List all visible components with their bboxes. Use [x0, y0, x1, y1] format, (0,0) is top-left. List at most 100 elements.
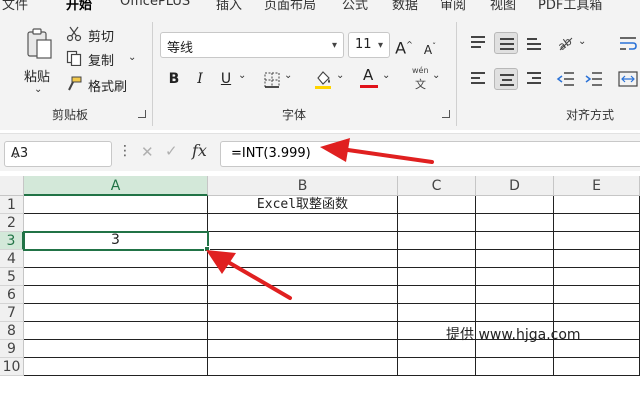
underline-button[interactable]: U — [216, 68, 236, 90]
cell-a8[interactable] — [24, 322, 208, 340]
cut-button[interactable]: 剪切 — [88, 26, 114, 45]
cell-b9[interactable] — [208, 340, 398, 358]
cell-d5[interactable] — [476, 268, 554, 286]
cell-b7[interactable] — [208, 304, 398, 322]
align-center-button[interactable] — [494, 68, 518, 90]
tab-file[interactable]: 文件 — [2, 0, 28, 13]
cell-d4[interactable] — [476, 250, 554, 268]
tab-view[interactable]: 视图 — [490, 0, 516, 13]
chevron-down-icon[interactable]: ⌄ — [432, 70, 440, 81]
paste-label[interactable]: 粘贴 — [24, 66, 50, 85]
tab-data[interactable]: 数据 — [392, 0, 418, 13]
chevron-down-icon[interactable]: ⌄ — [578, 36, 586, 47]
row-header-6[interactable]: 6 — [0, 286, 24, 304]
dialog-launcher-icon[interactable] — [442, 110, 450, 118]
cell-d1[interactable] — [476, 196, 554, 214]
bold-button[interactable]: B — [164, 68, 184, 90]
cell-e1[interactable] — [554, 196, 640, 214]
cell-c7[interactable] — [398, 304, 476, 322]
cell-e7[interactable] — [554, 304, 640, 322]
decrease-indent-icon[interactable] — [556, 70, 576, 88]
tab-home[interactable]: 开始 — [66, 0, 92, 13]
tab-officeplus[interactable]: OfficePLUS — [120, 0, 190, 9]
tab-review[interactable]: 审阅 — [440, 0, 466, 13]
cell-a2[interactable] — [24, 214, 208, 232]
name-box[interactable]: A3 ⌄ — [4, 141, 112, 167]
cell-d7[interactable] — [476, 304, 554, 322]
format-painter-icon[interactable] — [66, 76, 82, 92]
tab-pdf-toolbox[interactable]: PDF工具箱 — [538, 0, 602, 13]
cell-b4[interactable] — [208, 250, 398, 268]
cell-c4[interactable] — [398, 250, 476, 268]
italic-button[interactable]: I — [190, 68, 210, 90]
column-header-b[interactable]: B — [208, 176, 398, 196]
align-bottom-button[interactable] — [522, 32, 546, 54]
cell-a9[interactable] — [24, 340, 208, 358]
dialog-launcher-icon[interactable] — [138, 110, 146, 118]
wrap-text-icon[interactable] — [618, 34, 638, 52]
scissors-icon[interactable] — [66, 26, 82, 42]
column-header-c[interactable]: C — [398, 176, 476, 196]
tab-formulas[interactable]: 公式 — [342, 0, 368, 13]
cell-e6[interactable] — [554, 286, 640, 304]
row-header-7[interactable]: 7 — [0, 304, 24, 322]
font-color-button[interactable]: A — [360, 66, 378, 90]
chevron-down-icon[interactable]: ⌄ — [382, 70, 390, 81]
row-header-10[interactable]: 10 — [0, 358, 24, 376]
align-middle-button[interactable] — [494, 32, 518, 54]
more-options-icon[interactable]: ⋮ — [118, 143, 132, 159]
fill-color-icon[interactable] — [314, 70, 332, 90]
chevron-down-icon[interactable]: ⌄ — [34, 84, 42, 95]
merge-center-icon[interactable] — [618, 70, 638, 88]
copy-icon[interactable] — [66, 50, 82, 66]
cell-e10[interactable] — [554, 358, 640, 376]
cell-c2[interactable] — [398, 214, 476, 232]
row-header-3[interactable]: 3 — [0, 232, 24, 250]
cell-e4[interactable] — [554, 250, 640, 268]
cell-b1[interactable]: Excel取整函数 — [208, 196, 398, 214]
row-header-2[interactable]: 2 — [0, 214, 24, 232]
chevron-down-icon[interactable]: ⌄ — [238, 70, 246, 81]
align-right-button[interactable] — [522, 68, 546, 90]
cell-a4[interactable] — [24, 250, 208, 268]
cell-b10[interactable] — [208, 358, 398, 376]
row-header-1[interactable]: 1 — [0, 196, 24, 214]
font-family-select[interactable]: 等线 ▾ — [160, 32, 344, 58]
column-header-d[interactable]: D — [476, 176, 554, 196]
fill-handle[interactable] — [204, 246, 210, 252]
cancel-icon[interactable]: ✕ — [141, 143, 154, 161]
row-header-8[interactable]: 8 — [0, 322, 24, 340]
cell-a7[interactable] — [24, 304, 208, 322]
tab-insert[interactable]: 插入 — [216, 0, 242, 13]
cell-c10[interactable] — [398, 358, 476, 376]
phonetic-guide-button[interactable]: wén 文 — [410, 66, 434, 92]
cell-a5[interactable] — [24, 268, 208, 286]
cell-b3[interactable] — [208, 232, 398, 250]
align-top-button[interactable] — [466, 32, 490, 54]
cell-c6[interactable] — [398, 286, 476, 304]
increase-font-size-button[interactable]: A^ — [394, 34, 414, 57]
cell-b6[interactable] — [208, 286, 398, 304]
chevron-down-icon[interactable]: ⌄ — [11, 148, 105, 161]
cell-c1[interactable] — [398, 196, 476, 214]
cell-e5[interactable] — [554, 268, 640, 286]
cell-d3[interactable] — [476, 232, 554, 250]
tab-page-layout[interactable]: 页面布局 — [264, 0, 316, 13]
cell-b8[interactable] — [208, 322, 398, 340]
row-header-9[interactable]: 9 — [0, 340, 24, 358]
format-painter-button[interactable]: 格式刷 — [88, 76, 127, 95]
cell-b5[interactable] — [208, 268, 398, 286]
orientation-icon[interactable]: ab — [556, 34, 576, 52]
row-header-5[interactable]: 5 — [0, 268, 24, 286]
cell-a1[interactable] — [24, 196, 208, 214]
cell-c3[interactable] — [398, 232, 476, 250]
cell-d2[interactable] — [476, 214, 554, 232]
decrease-font-size-button[interactable]: Aˇ — [420, 36, 440, 58]
select-all-corner[interactable] — [0, 176, 24, 196]
chevron-down-icon[interactable]: ⌄ — [284, 70, 292, 81]
chevron-down-icon[interactable]: ⌄ — [128, 52, 136, 63]
font-size-select[interactable]: 11 ▾ — [348, 32, 390, 58]
align-left-button[interactable] — [466, 68, 490, 90]
cell-d10[interactable] — [476, 358, 554, 376]
cell-e2[interactable] — [554, 214, 640, 232]
